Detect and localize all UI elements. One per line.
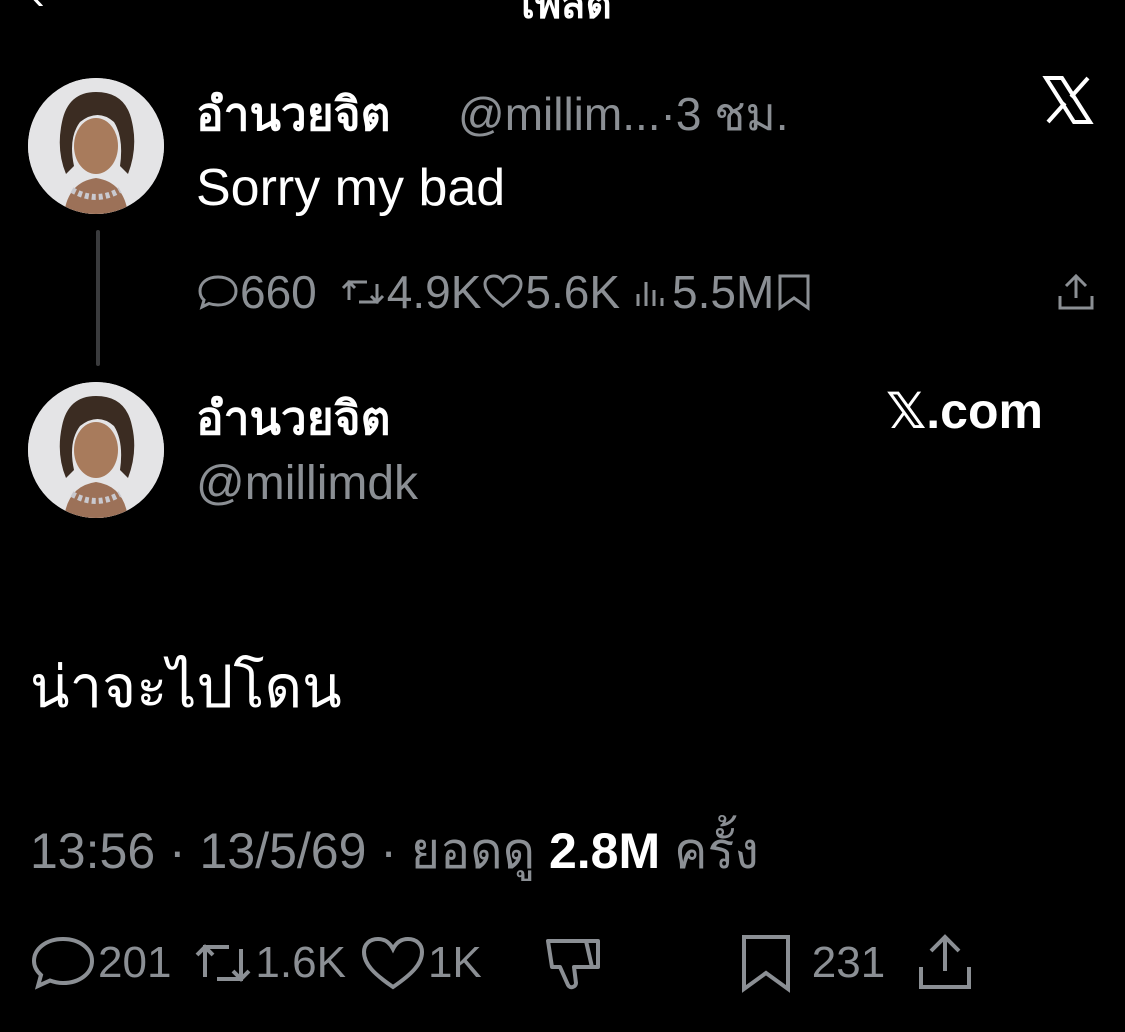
author-handle[interactable]: @millimdk	[196, 456, 418, 511]
reply-icon	[28, 931, 98, 995]
share-icon	[1054, 273, 1098, 318]
quoted-action-bar: 660 4.9K 5.6K 5.5M	[196, 262, 814, 322]
post-action-bar: 201 1.6K 1K 231	[28, 928, 977, 998]
thread-connector-line	[96, 230, 100, 366]
x-logo-icon[interactable]	[1040, 72, 1096, 128]
post-meta: 13:56 · 13/5/69 · ยอดดู 2.8M ครั้ง	[30, 812, 759, 891]
heart-icon	[481, 270, 525, 314]
quoted-reply-count: 660	[240, 266, 317, 318]
x-com-badge: 𝕏.com	[886, 383, 1043, 439]
post-views-count: 2.8M	[548, 823, 661, 879]
quoted-bookmark-button[interactable]	[774, 270, 814, 314]
repost-button[interactable]: 1.6K	[191, 931, 346, 995]
like-count: 1K	[427, 938, 482, 987]
thumbs-down-icon	[540, 931, 610, 995]
reply-icon	[196, 270, 240, 314]
post-views-unit: ครั้ง	[660, 823, 759, 879]
reply-button[interactable]: 201	[28, 931, 171, 995]
post-time-date: 13:56 · 13/5/69 · ยอดดู	[30, 823, 549, 879]
reply-count: 201	[98, 938, 172, 987]
post-text: น่าจะไปโดน	[30, 655, 342, 720]
quoted-share-button[interactable]	[1054, 270, 1098, 319]
bookmark-button[interactable]: 231	[734, 931, 885, 995]
quoted-post-text: Sorry my bad	[196, 159, 506, 217]
avatar[interactable]	[28, 382, 164, 518]
like-button[interactable]: 1K	[358, 931, 482, 995]
repost-icon	[191, 931, 255, 995]
quoted-like-count: 5.6K	[525, 266, 621, 318]
quoted-views-count: 5.5M	[672, 266, 775, 318]
bookmark-icon	[734, 931, 798, 995]
repost-count: 1.6K	[255, 938, 346, 987]
quoted-like-button[interactable]: 5.6K	[481, 265, 620, 319]
quoted-repost-button[interactable]: 4.9K	[339, 265, 482, 319]
share-button[interactable]	[913, 931, 977, 995]
avatar[interactable]	[28, 78, 164, 214]
bookmark-count: 231	[811, 938, 886, 987]
page-title: โพสต์	[513, 0, 612, 27]
share-icon	[913, 931, 977, 995]
quoted-handle-time: @millim...·3 ชม.	[458, 88, 789, 140]
views-icon	[632, 270, 672, 314]
bookmark-icon	[774, 270, 814, 314]
repost-icon	[339, 270, 387, 314]
dislike-button[interactable]	[540, 931, 610, 995]
quoted-repost-count: 4.9K	[386, 266, 482, 318]
author-display-name[interactable]: อำนวยจิต	[196, 382, 391, 455]
quoted-display-name[interactable]: อำนวยจิต	[196, 78, 391, 151]
quoted-views-button[interactable]: 5.5M	[632, 265, 774, 319]
heart-icon	[358, 931, 428, 995]
quoted-reply-button[interactable]: 660	[196, 265, 317, 319]
